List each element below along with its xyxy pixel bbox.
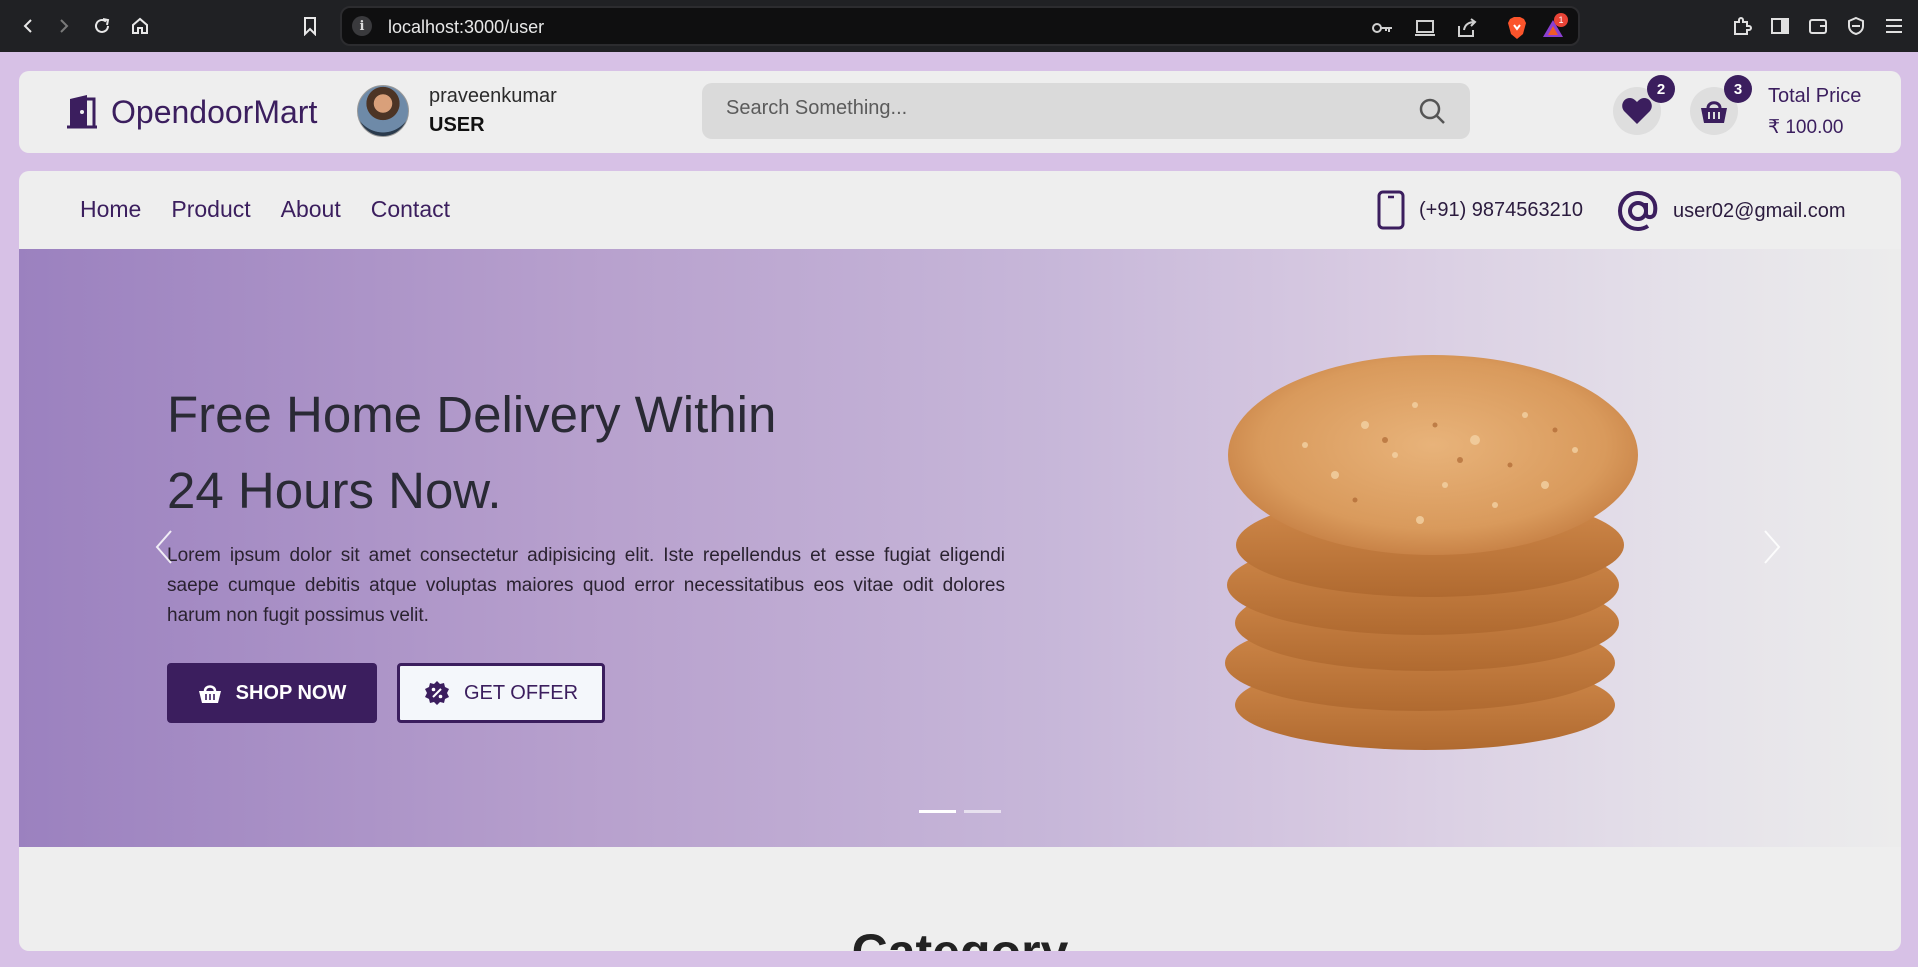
address-bar[interactable]: i localhost:3000/user 1 (340, 6, 1580, 46)
get-offer-label: GET OFFER (463, 681, 579, 704)
user-role: USER (429, 114, 485, 136)
brave-icon[interactable] (1506, 17, 1528, 39)
brand-name: OpendoorMart (111, 93, 318, 130)
phone-number: (+91) 9874563210 (1419, 198, 1584, 221)
main-content: Home Product About Contact (+91) 9874563… (19, 171, 1901, 951)
avatar[interactable] (357, 85, 409, 137)
at-icon (1617, 190, 1658, 232)
category-heading: Category (19, 923, 1901, 951)
search-box (702, 83, 1470, 139)
forward-icon[interactable] (50, 12, 78, 40)
reload-icon[interactable] (88, 12, 116, 40)
cookie-product-image (1225, 355, 1638, 750)
basket-icon (198, 685, 221, 703)
nav-contact[interactable]: Contact (371, 196, 450, 223)
bookmark-icon[interactable] (296, 12, 324, 40)
hero-title-line2: 24 Hours Now. (167, 462, 502, 519)
user-name: praveenkumar (429, 85, 557, 107)
carousel-dot[interactable] (964, 810, 1001, 813)
url-text[interactable]: localhost:3000/user (388, 17, 544, 38)
percent-badge-icon (424, 681, 449, 705)
door-icon (67, 95, 97, 129)
main-menu: Home Product About Contact (80, 196, 450, 223)
basket-icon (1701, 101, 1727, 123)
extensions-icon[interactable] (1730, 14, 1754, 38)
nav-about[interactable]: About (281, 196, 341, 223)
browser-toolbar: i localhost:3000/user 1 (0, 0, 1918, 52)
back-icon[interactable] (14, 12, 42, 40)
user-profile[interactable]: praveenkumar USER (357, 85, 557, 137)
total-price-value: ₹ 100.00 (1768, 117, 1844, 138)
brand-logo[interactable]: OpendoorMart (63, 93, 317, 131)
share-icon[interactable] (1456, 17, 1478, 39)
search-input[interactable] (726, 97, 1376, 120)
carousel-indicators (919, 810, 1001, 813)
cart-button[interactable]: 3 (1690, 75, 1752, 135)
menu-icon[interactable] (1882, 14, 1906, 38)
cast-icon[interactable] (1414, 17, 1436, 39)
key-icon[interactable] (1372, 17, 1394, 39)
get-offer-button[interactable]: GET OFFER (397, 663, 605, 723)
contact-phone[interactable]: (+91) 9874563210 (1377, 190, 1583, 230)
contact-email[interactable]: user02@gmail.com (1617, 190, 1846, 232)
vpn-icon[interactable] (1844, 14, 1868, 38)
brave-rewards-icon[interactable]: 1 (1542, 13, 1568, 39)
home-icon[interactable] (126, 12, 154, 40)
cart-count-badge: 3 (1724, 75, 1752, 103)
site-info-icon[interactable]: i (352, 16, 372, 36)
heart-icon (1622, 98, 1652, 124)
shop-now-label: SHOP NOW (235, 681, 347, 704)
total-price-label: Total Price (1768, 85, 1862, 107)
rewards-badge: 1 (1554, 13, 1568, 27)
phone-icon (1377, 190, 1405, 230)
sidebar-icon[interactable] (1768, 14, 1792, 38)
site-header: OpendoorMart praveenkumar USER 2 3 Total… (19, 71, 1901, 153)
carousel-dot[interactable] (919, 810, 956, 813)
shop-now-button[interactable]: SHOP NOW (167, 663, 377, 723)
email-address: user02@gmail.com (1673, 199, 1846, 222)
chevron-right-icon[interactable] (1757, 527, 1787, 567)
hero-title: Free Home Delivery Within 24 Hours Now. (167, 377, 927, 529)
hero-title-line1: Free Home Delivery Within (167, 386, 777, 443)
hero-carousel: Free Home Delivery Within 24 Hours Now. … (19, 249, 1901, 847)
search-icon[interactable] (1418, 97, 1446, 125)
cart-total[interactable]: Total Price ₹ 100.00 (1768, 85, 1861, 139)
nav-home[interactable]: Home (80, 196, 141, 223)
wallet-icon[interactable] (1806, 14, 1830, 38)
wishlist-count-badge: 2 (1647, 75, 1675, 103)
navigation-bar: Home Product About Contact (+91) 9874563… (19, 171, 1901, 249)
chevron-left-icon[interactable] (149, 527, 179, 567)
hero-description: Lorem ipsum dolor sit amet consectetur a… (167, 545, 1005, 626)
wishlist-button[interactable]: 2 (1613, 75, 1675, 135)
nav-product[interactable]: Product (171, 196, 250, 223)
